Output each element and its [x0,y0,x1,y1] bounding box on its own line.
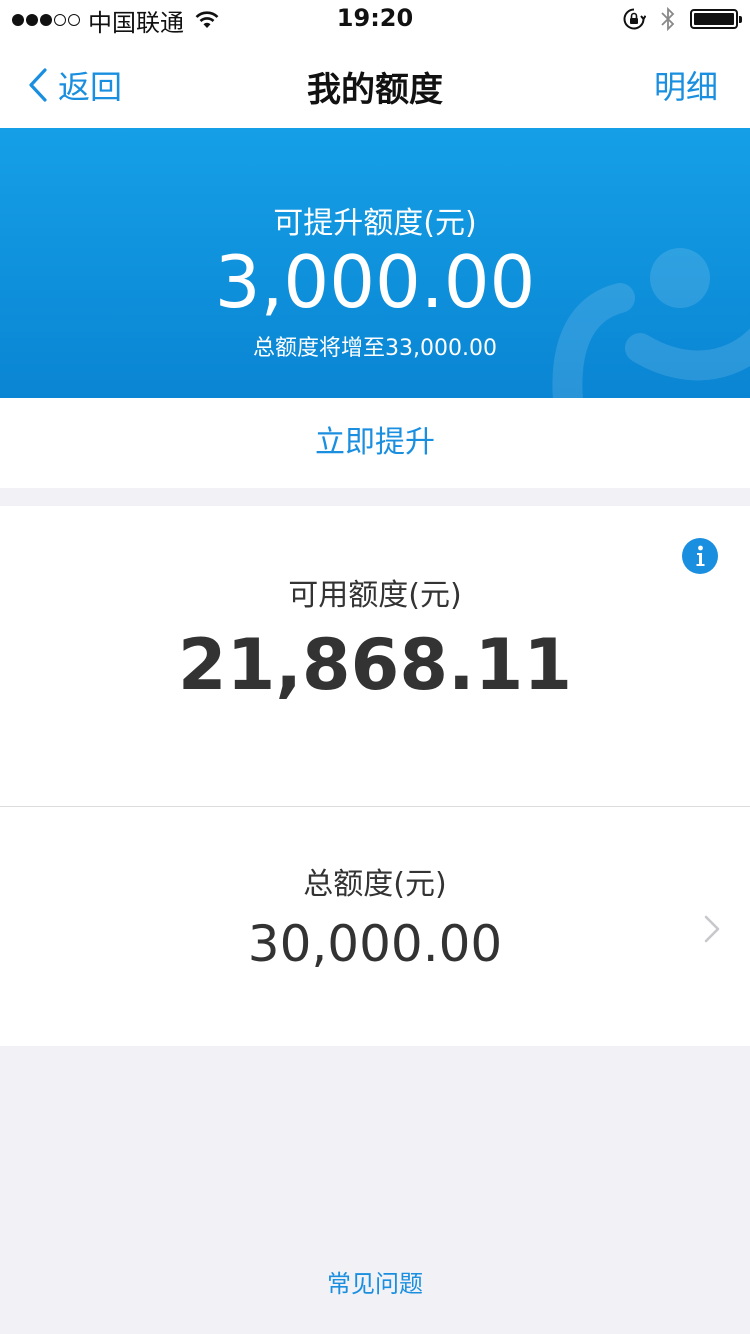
upgrade-total-note: 总额度将增至33,000.00 [253,336,497,361]
battery-fill [694,13,734,25]
orientation-lock-icon [623,8,646,30]
navigation-bar: 返回 我的额度 明细 [0,40,750,128]
bluetooth-icon [661,6,675,32]
detail-button[interactable]: 明细 [654,62,718,108]
available-credit-amount: 21,868.11 [177,624,573,706]
battery-indicator [690,9,742,29]
upgradeable-credit-amount: 3,000.00 [214,240,536,324]
faq-link[interactable]: 常见问题 [0,1264,750,1299]
total-credit-amount: 30,000.00 [247,915,503,973]
total-credit-label: 总额度(元) [303,867,447,902]
upgrade-banner: 可提升额度(元) 3,000.00 总额度将增至33,000.00 [0,128,750,398]
chevron-right-icon [704,915,720,943]
status-bar: 中国联通 19:20 [0,0,750,40]
available-credit-label: 可用额度(元) [288,578,462,613]
status-bar-right [622,6,742,32]
total-credit-row[interactable]: 总额度(元) 30,000.00 [0,807,750,1046]
upgradeable-credit-label: 可提升额度(元) [273,206,477,241]
info-icon[interactable] [682,538,718,574]
page-title: 我的额度 [307,70,443,110]
battery-cap [739,16,742,23]
credit-card-section: 可用额度(元) 21,868.11 总额度(元) 30,000.00 [0,506,750,1046]
upgrade-now-button[interactable]: 立即提升 [0,398,750,488]
